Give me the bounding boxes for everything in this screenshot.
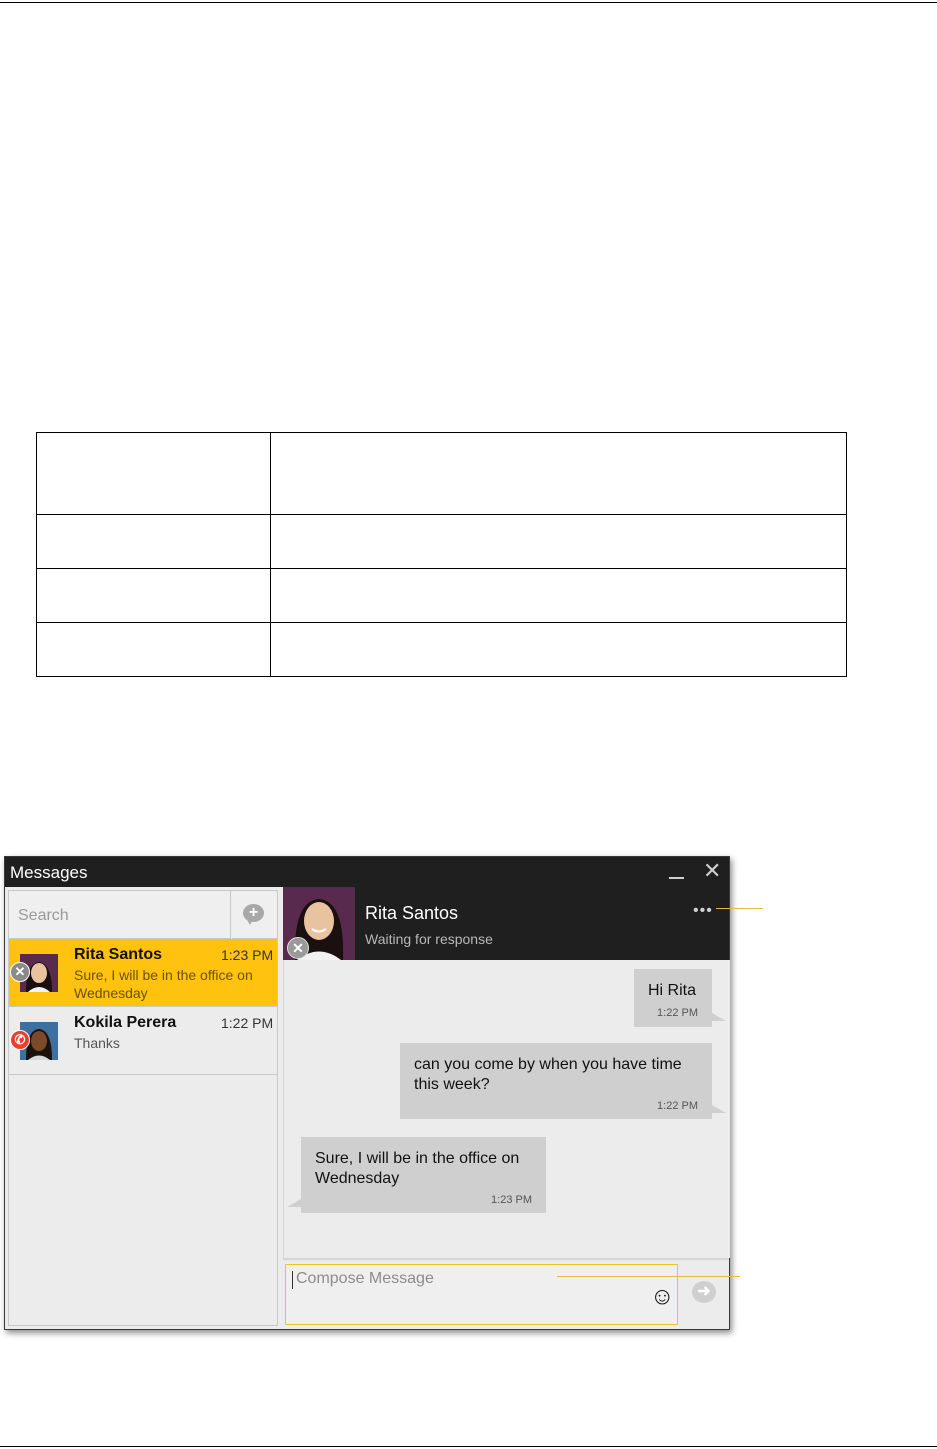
message-time: 1:23 PM: [491, 1194, 532, 1206]
more-options-icon[interactable]: •••: [693, 902, 713, 920]
message-preview: Sure, I will be in the office on Wednesd…: [74, 967, 253, 1001]
message-text: Sure, I will be in the office on Wednesd…: [315, 1150, 520, 1187]
compose-message-input[interactable]: Compose Message ☺: [285, 1264, 678, 1325]
message-bubble-outgoing: Hi Rita 1:22 PM: [634, 969, 726, 1027]
conversation-item-rita-santos[interactable]: ✕ Rita Santos 1:23 PM Sure, I will be in…: [9, 939, 277, 1007]
minimize-button[interactable]: [669, 877, 684, 879]
message-text: Hi Rita: [648, 982, 697, 999]
search-placeholder: Search: [18, 907, 69, 924]
title-bar: Messages ✕: [5, 857, 729, 887]
text-cursor: [292, 1271, 293, 1289]
callout-line: [557, 1276, 740, 1277]
chat-contact-name: Rita Santos: [365, 903, 459, 923]
offline-status-icon: ✕: [10, 962, 30, 982]
table-row: [36, 622, 847, 677]
contact-name: Rita Santos: [74, 946, 163, 963]
blank-table: [36, 432, 847, 677]
message-time: 1:22 PM: [657, 1100, 698, 1112]
chat-header: ✕ Rita Santos Waiting for response •••: [283, 887, 729, 960]
compose-area: Compose Message ☺ ➜: [283, 1258, 729, 1328]
page-bottom-rule: [0, 1446, 937, 1447]
chat-status-text: Waiting for response: [365, 931, 493, 947]
bubble-tail: [712, 1105, 726, 1113]
bubble-tail: [287, 1199, 301, 1207]
table-cell: [36, 622, 271, 677]
bubble-tail: [712, 1013, 726, 1021]
message-time: 1:23 PM: [221, 947, 274, 963]
table-cell: [270, 568, 847, 623]
message-text: can you come by when you have time this …: [414, 1056, 682, 1093]
message-bubble-outgoing: can you come by when you have time this …: [400, 1043, 726, 1119]
compose-placeholder: Compose Message: [296, 1270, 434, 1287]
emoji-icon[interactable]: ☺: [650, 1285, 675, 1309]
window-title: Messages: [10, 863, 88, 882]
message-time: 1:22 PM: [221, 1015, 274, 1031]
new-message-icon-tail: [246, 918, 254, 925]
send-icon[interactable]: ➜: [692, 1281, 716, 1303]
table-cell: [270, 622, 847, 677]
conversation-list-pane: Search + ✕ Rita Santos 1:23 PM Sure, I w…: [8, 890, 278, 1326]
callout-line: [716, 908, 763, 909]
search-input[interactable]: Search: [9, 891, 231, 939]
message-preview: Thanks: [74, 1035, 120, 1051]
table-row: [36, 432, 847, 515]
close-icon[interactable]: ✕: [703, 859, 721, 883]
message-thread: Hi Rita 1:22 PM can you come by when you…: [283, 960, 730, 1258]
offline-status-icon: ✕: [287, 937, 309, 959]
message-bubble-incoming: Sure, I will be in the office on Wednesd…: [287, 1137, 546, 1213]
table-cell: [270, 432, 847, 515]
table-cell: [270, 514, 847, 569]
contact-name: Kokila Perera: [74, 1014, 177, 1031]
on-call-status-icon: ✆: [10, 1030, 30, 1050]
table-cell: [36, 432, 271, 515]
page-top-rule: [0, 2, 937, 3]
table-cell: [36, 568, 271, 623]
table-row: [36, 568, 847, 623]
table-cell: [36, 514, 271, 569]
new-message-button[interactable]: +: [232, 891, 277, 939]
messages-window: Messages ✕ Search + ✕ Rita Santos 1:23 P…: [4, 856, 730, 1330]
table-row: [36, 514, 847, 569]
conversation-item-kokila-perera[interactable]: ✆ Kokila Perera 1:22 PM Thanks: [9, 1007, 277, 1075]
message-time: 1:22 PM: [657, 1007, 698, 1019]
